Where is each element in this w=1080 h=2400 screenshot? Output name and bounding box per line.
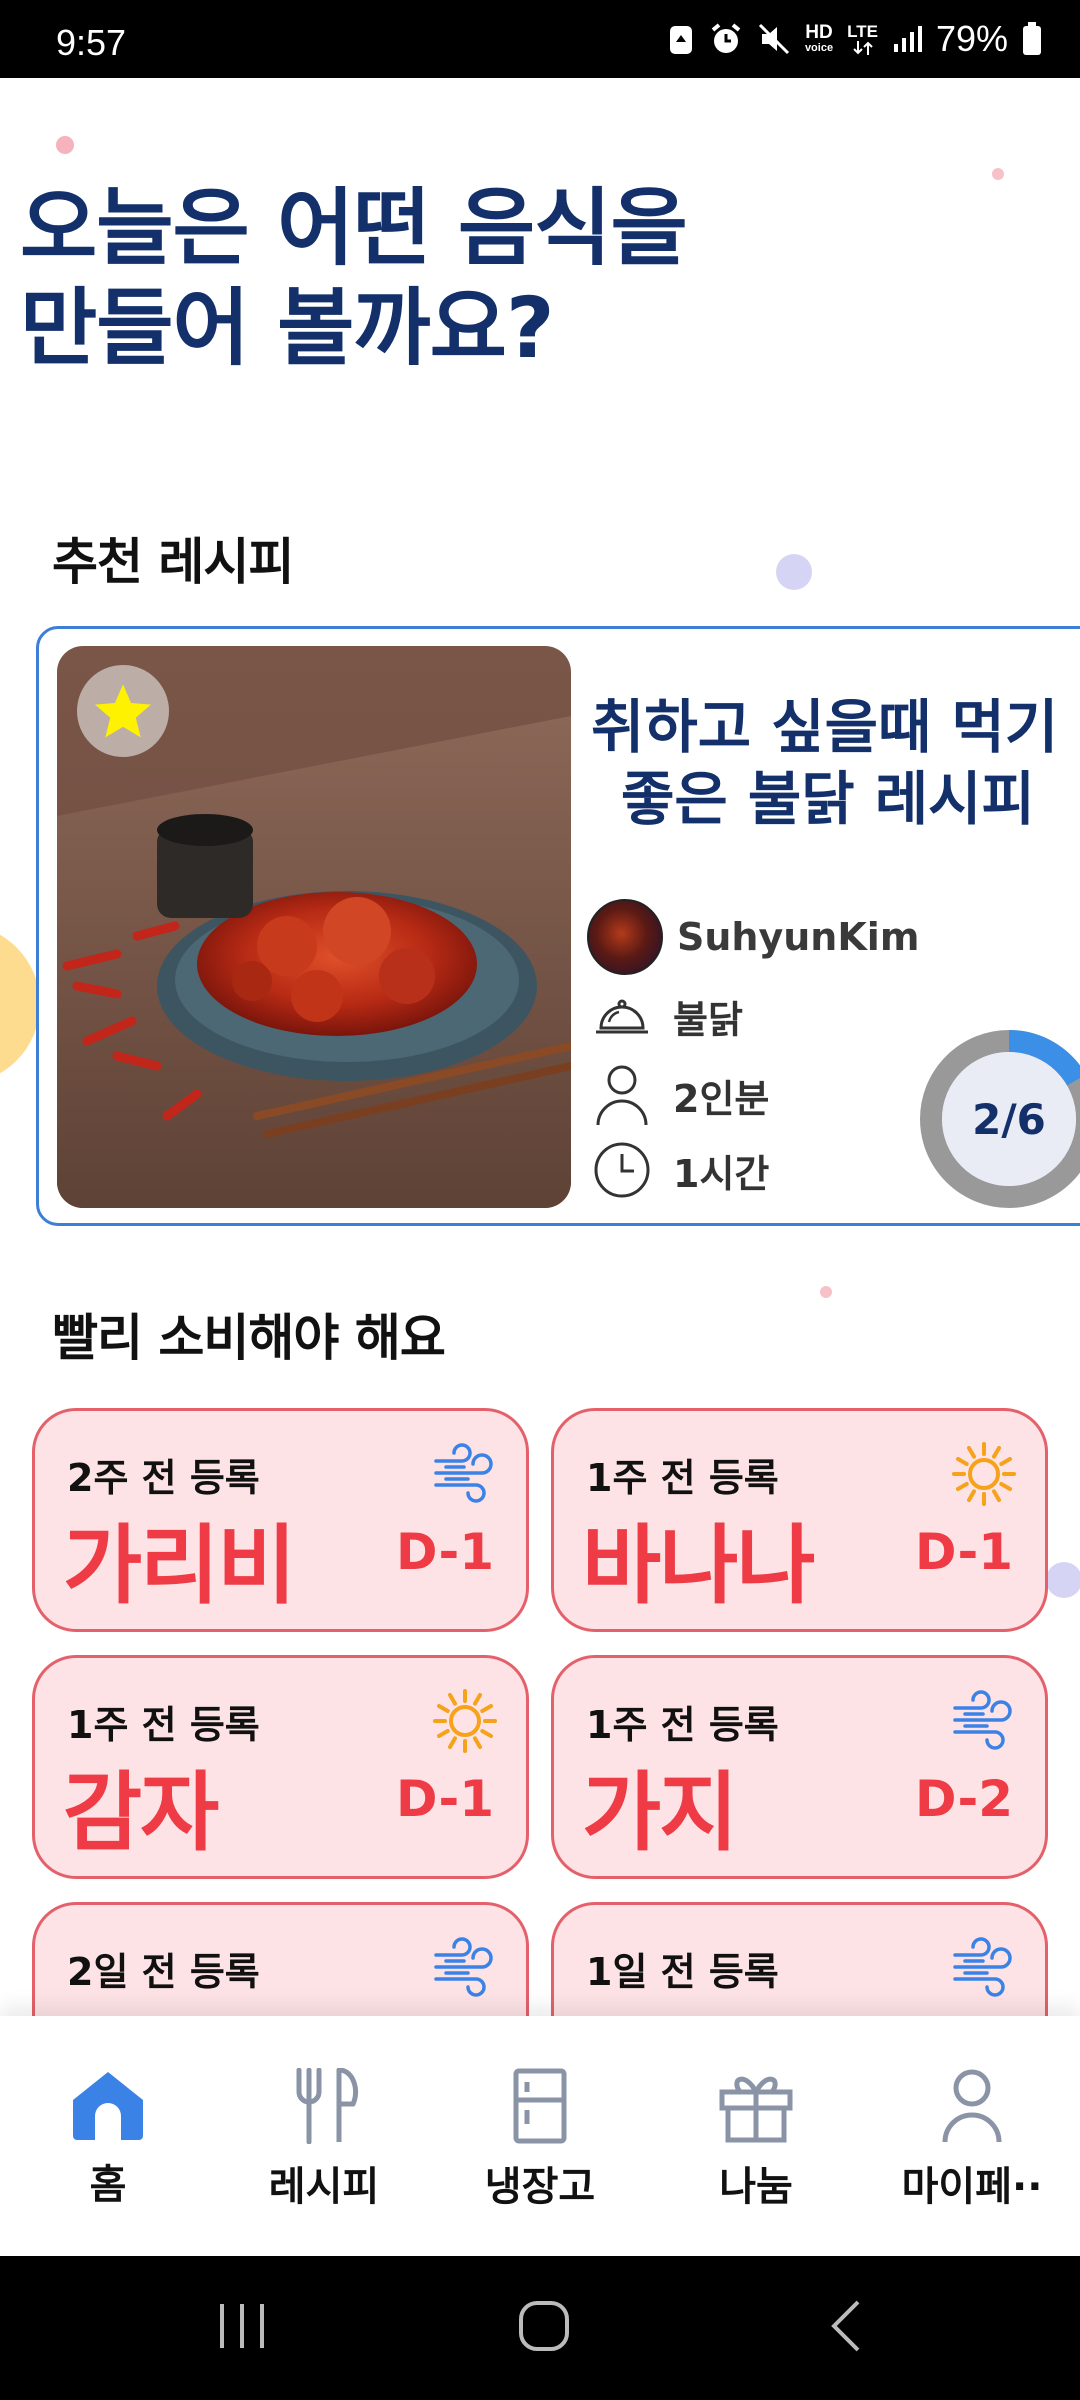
- nav-share[interactable]: 나눔: [648, 2016, 864, 2256]
- decor-dot: [0, 924, 40, 1084]
- headline-line-1: 오늘은 어떤 음식을: [20, 179, 688, 277]
- ingredient-dday: D-1: [396, 1770, 494, 1828]
- wind-icon: [953, 1937, 1012, 1997]
- nav-recipe[interactable]: 레시피: [216, 2016, 432, 2256]
- recipe-progress-ring: 2/6: [919, 1029, 1080, 1209]
- nav-mypage[interactable]: 마이페··: [864, 2016, 1080, 2256]
- ingredient-dday: D-2: [915, 1770, 1013, 1828]
- home-icon: [73, 2072, 143, 2140]
- recipe-category: 불닭: [673, 998, 743, 1042]
- status-icons: HD voice LTE 79%: [667, 18, 1042, 60]
- wind-icon: [434, 1443, 493, 1503]
- decor-dot: [56, 136, 74, 154]
- sun-icon: [952, 1442, 1016, 1506]
- decor-dot: [1046, 1562, 1080, 1598]
- recipe-time: 1시간: [673, 1151, 770, 1196]
- ingredient-name: 가리비: [63, 1516, 296, 1616]
- avatar: [587, 899, 663, 975]
- recommended-section-title: 추천 레시피: [52, 533, 294, 591]
- decor-dot: [820, 1286, 832, 1298]
- system-nav-bar: [0, 2256, 1080, 2400]
- decor-dot: [992, 168, 1004, 180]
- status-bar: 9:57 HD voice LTE 79%: [0, 0, 1080, 78]
- ingredient-dday: D-1: [915, 1523, 1013, 1581]
- status-time: 9:57: [56, 22, 127, 63]
- ingredient-name: 바나나: [582, 1516, 815, 1616]
- home-button-icon[interactable]: [516, 2298, 572, 2354]
- wind-icon: [953, 1690, 1012, 1750]
- ingredient-card[interactable]: 1주 전 등록감자 D-1: [32, 1655, 529, 1879]
- ingredient-registered: 1주 전 등록: [586, 1456, 779, 1500]
- progress-label: 2/6: [972, 1094, 1046, 1144]
- cloche-icon: [596, 999, 648, 1033]
- hd-voice-icon: HD voice: [804, 22, 834, 54]
- recipe-category-row: 불닭: [593, 989, 743, 1044]
- person-icon: [596, 1065, 648, 1126]
- lte-icon: LTE: [847, 23, 878, 55]
- decor-dot: [776, 554, 812, 590]
- author-row[interactable]: SuhyunKim: [587, 899, 919, 975]
- recipe-servings-row: 2인분: [593, 1063, 769, 1127]
- wind-icon: [434, 1937, 493, 1997]
- recipe-servings: 2인분: [673, 1076, 770, 1121]
- fork-knife-icon: [296, 2068, 359, 2144]
- recommended-recipe-card[interactable]: 취하고 싶을때 먹기 좋은 불닭 레시피 SuhyunKim 불닭 2인분 1시…: [36, 626, 1080, 1226]
- expiring-section-title: 빨리 소비해야 해요: [52, 1309, 446, 1367]
- sun-icon: [433, 1689, 497, 1753]
- recycle-icon: [669, 26, 692, 54]
- battery-icon: [1023, 22, 1041, 55]
- recipe-time-row: 1시간: [593, 1141, 769, 1199]
- back-icon[interactable]: [826, 2298, 866, 2354]
- clock-icon: [594, 1142, 650, 1198]
- ingredient-registered: 2주 전 등록: [67, 1456, 260, 1500]
- page-headline: 오늘은 어떤 음식을 만들어 볼까요?: [20, 178, 688, 378]
- ingredient-name: 감자: [63, 1763, 219, 1863]
- ingredient-card[interactable]: 1주 전 등록가지 D-2: [551, 1655, 1048, 1879]
- ingredient-name: 가지: [582, 1763, 738, 1863]
- recipe-title: 취하고 싶을때 먹기 좋은 불닭 레시피: [591, 693, 1059, 833]
- person-icon: [942, 2069, 1002, 2143]
- mute-icon: [758, 23, 789, 55]
- bottom-nav: 홈 레시피 냉장고 나눔 마이페··: [0, 2016, 1080, 2256]
- author-name: SuhyunKim: [677, 915, 920, 959]
- battery-percent: 79%: [935, 18, 1008, 59]
- recent-apps-icon[interactable]: [216, 2298, 268, 2354]
- nav-home[interactable]: 홈: [0, 2016, 216, 2256]
- headline-line-2: 만들어 볼까요?: [20, 279, 555, 377]
- nav-fridge[interactable]: 냉장고: [432, 2016, 648, 2256]
- fridge-icon: [513, 2068, 567, 2144]
- ingredient-card[interactable]: 2주 전 등록가리비 D-1: [32, 1408, 529, 1632]
- ingredient-registered: 1일 전 등록: [586, 1950, 779, 1994]
- ingredient-registered: 1주 전 등록: [67, 1703, 260, 1747]
- ingredient-registered: 1주 전 등록: [586, 1703, 779, 1747]
- gift-icon: [719, 2076, 793, 2143]
- recipe-photo: [57, 646, 571, 1208]
- ingredient-dday: D-1: [396, 1523, 494, 1581]
- alarm-icon: [711, 23, 741, 53]
- signal-icon: [893, 26, 922, 52]
- ingredient-card[interactable]: 1주 전 등록바나나 D-1: [551, 1408, 1048, 1632]
- ingredient-registered: 2일 전 등록: [67, 1950, 260, 1994]
- favorite-star-icon[interactable]: [77, 665, 169, 757]
